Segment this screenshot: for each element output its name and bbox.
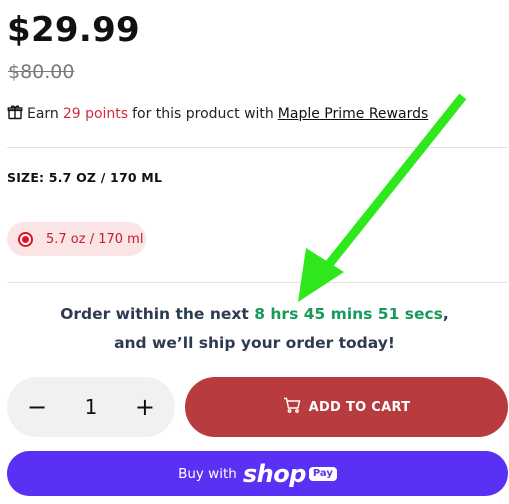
quantity-value[interactable]: 1 bbox=[85, 395, 98, 419]
radio-selected-icon bbox=[18, 231, 33, 247]
size-option-selected[interactable]: 5.7 oz / 170 ml bbox=[7, 222, 146, 256]
decrease-quantity-button[interactable]: − bbox=[25, 395, 49, 419]
size-option-label: 5.7 oz / 170 ml bbox=[46, 231, 144, 247]
add-to-cart-button[interactable]: ADD TO CART bbox=[185, 377, 508, 437]
cart-icon bbox=[283, 397, 309, 417]
divider bbox=[7, 147, 507, 148]
rewards-prefix: Earn bbox=[27, 106, 59, 122]
divider bbox=[7, 282, 507, 283]
shipping-countdown: Order within the next 8 hrs 45 mins 51 s… bbox=[0, 305, 509, 323]
gift-icon bbox=[7, 104, 27, 124]
countdown-timer: 8 hrs 45 mins 51 secs bbox=[254, 305, 443, 323]
pay-badge: Pay bbox=[308, 466, 337, 481]
rewards-points: 29 points bbox=[62, 106, 129, 122]
shipping-suffix: , bbox=[442, 305, 449, 323]
rewards-program-link[interactable]: Maple Prime Rewards bbox=[278, 106, 428, 122]
add-to-cart-label: ADD TO CART bbox=[308, 399, 411, 415]
product-price: $29.99 bbox=[7, 10, 141, 50]
compare-at-price: $80.00 bbox=[8, 61, 75, 83]
quantity-stepper: − 1 + bbox=[7, 377, 175, 437]
shipping-message: and we’ll ship your order today! bbox=[114, 334, 395, 352]
shipping-prefix: Order within the next bbox=[60, 305, 249, 323]
rewards-line: Earn 29 points for this product with Map… bbox=[7, 104, 428, 124]
product-purchase-panel: $29.99 $80.00 Earn 29 points for this pr… bbox=[0, 0, 509, 504]
shop-logo: shop bbox=[242, 459, 307, 488]
shop-pay-button[interactable]: Buy with shop Pay bbox=[7, 451, 508, 496]
increase-quantity-button[interactable]: + bbox=[133, 395, 157, 419]
rewards-middle: for this product with bbox=[132, 106, 274, 122]
buy-with-label: Buy with bbox=[178, 465, 237, 482]
size-label: SIZE: 5.7 OZ / 170 ML bbox=[7, 170, 163, 185]
